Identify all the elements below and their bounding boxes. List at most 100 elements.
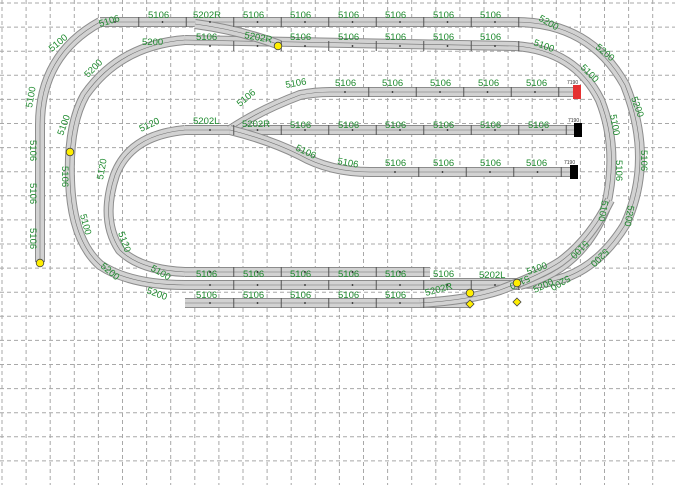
track-label: 5106 bbox=[196, 290, 217, 301]
track-label: 5106 bbox=[338, 120, 359, 131]
track-label: 5106 bbox=[196, 32, 217, 43]
track-joint-marker bbox=[351, 284, 354, 286]
track-label: 5106 bbox=[480, 10, 501, 21]
track-joint-marker bbox=[209, 271, 211, 273]
track-joint-marker bbox=[494, 284, 496, 286]
track-label: 5106 bbox=[290, 32, 311, 43]
track-label: 5106 bbox=[433, 32, 454, 43]
track-joint-marker bbox=[439, 91, 441, 93]
sensor-contact-icon[interactable] bbox=[35, 258, 45, 268]
track-label: 5106 bbox=[290, 10, 311, 21]
track-label: 5106 bbox=[478, 78, 499, 89]
track-joint-marker bbox=[399, 45, 401, 47]
inner-loop-left[interactable] bbox=[103, 125, 186, 277]
track-label: 5106 bbox=[480, 32, 501, 43]
track-label: 5106 bbox=[338, 269, 359, 280]
track-label: 5106 bbox=[338, 290, 359, 301]
track-joint-marker bbox=[494, 45, 496, 47]
track-joint-marker bbox=[446, 284, 449, 286]
buffer-label: 7190 bbox=[567, 80, 578, 86]
track-joint-marker bbox=[536, 171, 539, 173]
track-joint-marker bbox=[489, 171, 491, 173]
track-label: 5106 bbox=[27, 228, 38, 249]
track-label: 5106 bbox=[290, 269, 311, 280]
track-joint-marker bbox=[399, 129, 401, 131]
track-joint-marker bbox=[209, 45, 211, 47]
track-label: 5106 bbox=[433, 269, 454, 280]
track-joint-marker bbox=[256, 284, 259, 286]
track-label: 5106 bbox=[385, 158, 406, 169]
track-joint-marker bbox=[209, 302, 211, 304]
sensor-contact-icon[interactable] bbox=[465, 288, 475, 298]
track-joint-marker bbox=[304, 21, 306, 23]
track-label: 5106 bbox=[526, 78, 547, 89]
track-label: 5106 bbox=[243, 269, 264, 280]
track-joint-marker bbox=[446, 21, 449, 23]
track-joint-marker bbox=[256, 271, 259, 273]
track-joint-marker bbox=[446, 45, 449, 47]
track-joint-marker bbox=[351, 21, 354, 23]
track-joint-marker bbox=[541, 129, 544, 131]
track-label: 5106 bbox=[243, 290, 264, 301]
track-joint-marker bbox=[304, 271, 306, 273]
track-joint-marker bbox=[534, 91, 536, 93]
track-joint-marker bbox=[256, 45, 259, 47]
track-label: 5106 bbox=[385, 10, 406, 21]
track-label: 5202L bbox=[479, 270, 505, 281]
track-label: 5202R bbox=[242, 119, 270, 130]
track-joint-marker bbox=[344, 91, 346, 93]
track-label: 5106 bbox=[385, 32, 406, 43]
track-label: 5106 bbox=[385, 269, 406, 280]
track-label: 5106 bbox=[285, 76, 308, 91]
track-joint-marker bbox=[256, 21, 259, 23]
track-joint-marker bbox=[399, 21, 401, 23]
track-label: 5106 bbox=[290, 290, 311, 301]
track-joint-marker bbox=[351, 271, 354, 273]
track-label: 5106 bbox=[338, 32, 359, 43]
track-label: 5106 bbox=[433, 120, 454, 131]
track-joint-marker bbox=[441, 171, 444, 173]
track-joint-marker bbox=[304, 129, 306, 131]
track-label: 5106 bbox=[27, 140, 38, 161]
track-label: 5106 bbox=[613, 160, 624, 181]
track-label: 5106 bbox=[98, 13, 121, 30]
track-label: 5106 bbox=[433, 10, 454, 21]
buffer-stop[interactable] bbox=[570, 165, 578, 179]
sensor-contact-icon[interactable] bbox=[273, 41, 283, 51]
track-joint-marker bbox=[399, 271, 401, 273]
buffer-label: 7190 bbox=[568, 118, 579, 124]
track-label: 5106 bbox=[526, 158, 547, 169]
track-label: 5106 bbox=[638, 150, 649, 171]
track-label: 5202R bbox=[193, 10, 221, 21]
track-label: 5106 bbox=[480, 120, 501, 131]
sensor-diamond-icon[interactable] bbox=[512, 297, 522, 307]
track-label: 5200 bbox=[621, 204, 636, 227]
track-joint-marker bbox=[391, 91, 394, 93]
track-joint-marker bbox=[209, 284, 211, 286]
track-label: 5106 bbox=[335, 78, 356, 89]
track-label: 5106 bbox=[528, 120, 549, 131]
track-label: 5106 bbox=[59, 166, 70, 187]
buffer-stop-selected[interactable] bbox=[573, 85, 581, 99]
track-joint-marker bbox=[494, 129, 496, 131]
track-label: 5100 bbox=[595, 199, 610, 222]
sensor-contact-icon[interactable] bbox=[512, 278, 522, 288]
track-label: 5106 bbox=[430, 78, 451, 89]
track-label: 5106 bbox=[243, 10, 264, 21]
track-joint-marker bbox=[114, 21, 116, 23]
track-joint-marker bbox=[494, 21, 496, 23]
track-joint-marker bbox=[351, 129, 354, 131]
sensor-contact-icon[interactable] bbox=[65, 147, 75, 157]
track-label: 5202L bbox=[193, 116, 219, 127]
track-joint-marker bbox=[446, 129, 449, 131]
buffer-stop[interactable] bbox=[574, 123, 582, 137]
track-layout-canvas[interactable]: 5106 5106 5202R 5106 5106 5106 5106 5106 5106 520… bbox=[0, 0, 675, 485]
track-joint-marker bbox=[304, 302, 306, 304]
track-label: 5106 bbox=[480, 158, 501, 169]
track-label: 5106 bbox=[290, 120, 311, 131]
track-label: 5106 bbox=[27, 183, 38, 204]
track-joint-marker bbox=[486, 91, 489, 93]
track-joint-marker bbox=[161, 21, 164, 23]
track-joint-marker bbox=[304, 284, 306, 286]
track-label: 5106 bbox=[235, 87, 258, 109]
